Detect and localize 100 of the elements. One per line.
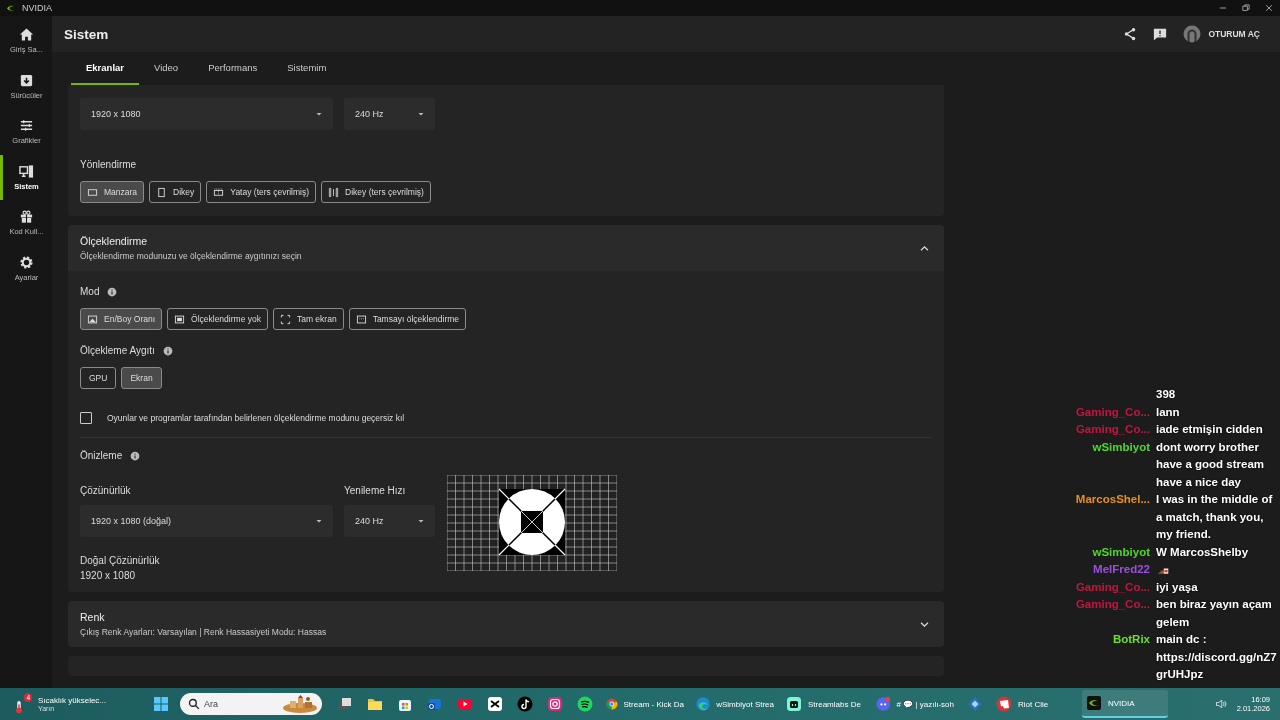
- browser-icon: [606, 696, 618, 712]
- play-icon: [457, 696, 473, 712]
- settings-icon: [19, 254, 34, 270]
- taskbar-button[interactable]: Stream - Kick Da: [602, 690, 688, 718]
- chat-username: Gaming_Co...: [1075, 423, 1150, 435]
- chat-username: wSimbiyot: [1092, 545, 1150, 558]
- chat-message: main dc : https://discord.gg/nZ7grUHJpz: [1156, 633, 1277, 680]
- monitor-icon: [19, 163, 34, 179]
- panel-header[interactable]: Renk Çıkış Renk Ayarları: Varsayılan | Renk Hassasiyeti Modu: Hassas: [68, 601, 944, 647]
- feedback-icon: [1153, 27, 1168, 41]
- panel-title: Ölçeklendirme: [80, 235, 149, 247]
- taskbar-button[interactable]: NVIDIA: [1082, 690, 1168, 718]
- dropdown[interactable]: 240 Hz: [344, 98, 435, 130]
- taskbar-button[interactable]: Streamlabs De: [782, 690, 868, 718]
- option-button[interactable]: Yatay (ters çevrilmiş): [206, 181, 317, 203]
- chat-username: Gaming_Co...: [1075, 580, 1150, 593]
- chat-username: MelFred22: [1093, 563, 1150, 575]
- app-icon: [487, 696, 503, 712]
- field-value: 1920 x 1080: [80, 570, 137, 581]
- chat-username: wSimbiyot: [1092, 440, 1150, 453]
- info-icon: [162, 345, 173, 356]
- share-icon: [1123, 27, 1138, 41]
- avatar-icon: [1183, 25, 1202, 43]
- window-title: NVIDIA: [22, 3, 53, 13]
- caret-icon: [315, 110, 323, 118]
- option-button[interactable]: Tam ekran: [272, 308, 344, 330]
- browser-icon: [696, 696, 711, 712]
- dropdown[interactable]: 1920 x 1080: [80, 98, 333, 130]
- caret-icon: [315, 517, 323, 525]
- chat-message: dont worry brother have a good stream have a nice day: [1156, 440, 1264, 488]
- screen-icon: [355, 313, 367, 325]
- camera-icon: [547, 696, 563, 712]
- checkbox-label: Oyunlar ve programlar tarafından belirlenen ölçeklendirme modunu geçersiz kıl: [107, 413, 405, 423]
- info-icon: [107, 286, 118, 297]
- option-button[interactable]: GPU: [80, 367, 117, 389]
- field-label: Doğal Çözünürlük: [80, 555, 161, 566]
- chat-message: W MarcosShelby: [1156, 545, 1249, 558]
- app-icon: [996, 696, 1012, 712]
- home-icon: [19, 27, 34, 43]
- section-label: Önizleme: [80, 450, 123, 461]
- fullscreen-icon: [279, 313, 291, 325]
- music-icon: [577, 696, 593, 712]
- chat-message: iyi yaşa: [1156, 580, 1198, 593]
- download-icon: [19, 72, 34, 88]
- landscape-icon: [87, 186, 98, 198]
- note-icon: [517, 696, 533, 712]
- portrait-icon: [156, 186, 168, 198]
- section-label: Yönlendirme: [80, 159, 138, 170]
- chat-message: iade etmişin cidden: [1156, 423, 1263, 435]
- taskbar-button[interactable]: # 💬 | yazılı-soh: [872, 690, 958, 718]
- dropdown[interactable]: 240 Hz: [344, 505, 435, 537]
- tab[interactable]: Sistemim: [272, 52, 342, 85]
- mail-icon: [427, 696, 443, 712]
- tab[interactable]: Video: [139, 52, 194, 85]
- caret-icon: [417, 110, 425, 118]
- option-button[interactable]: Dikey (ters çevrilmiş): [321, 181, 431, 203]
- option-button[interactable]: Ölçeklendirme yok: [167, 308, 268, 330]
- image-icon: [87, 313, 98, 325]
- chat-icon: [876, 696, 891, 712]
- chat-username: Gaming_Co...: [1075, 405, 1150, 418]
- option-button[interactable]: Dikey: [149, 181, 202, 203]
- speaker-icon: [1214, 698, 1227, 710]
- option-button[interactable]: Tamsayı ölçeklendirme: [348, 308, 467, 330]
- taskbar-button[interactable]: Riot Clie: [992, 690, 1078, 718]
- panel-subtitle: Ölçeklendirme modunuzu ve ölçeklendirme aygıtınızı seçin: [80, 251, 303, 261]
- dropdown[interactable]: 1920 x 1080 (doğal): [80, 505, 333, 537]
- field-label: Yenileme Hızı: [344, 485, 407, 496]
- window-stack-icon: [337, 696, 353, 712]
- checkbox[interactable]: [80, 412, 92, 424]
- chat-message: 398: [1156, 388, 1176, 400]
- screen-icon: [174, 313, 186, 325]
- chat-username: BotRix: [1112, 633, 1150, 645]
- share-button[interactable]: [1123, 27, 1138, 41]
- info-icon: [130, 450, 141, 461]
- taskbar-button[interactable]: wSimbiyot Strea: [692, 690, 778, 718]
- caret-icon: [417, 517, 425, 525]
- close-icon: [1263, 3, 1274, 13]
- restore-icon: [1240, 3, 1251, 13]
- chat-username: MarcosShel...: [1075, 493, 1150, 505]
- portrait-icon: [328, 186, 340, 198]
- app-icon: [786, 696, 802, 712]
- tab[interactable]: Performans: [193, 52, 273, 85]
- panel-subtitle: Çıkış Renk Ayarları: Varsayılan | Renk Hassasiyeti Modu: Hassas: [80, 627, 328, 637]
- chat-message: I was in the middle of a match, thank you, my friend.: [1156, 493, 1273, 540]
- sign-in-button[interactable]: OTURUM AÇ: [1183, 25, 1260, 43]
- panel-title: Renk: [80, 611, 106, 623]
- option-button[interactable]: En/Boy Oranı: [80, 308, 163, 330]
- page-title: Sistem: [64, 26, 110, 42]
- weather-text: Sıcaklık yükselec...: [38, 696, 107, 705]
- panel-header[interactable]: Ölçeklendirme Ölçeklendirme modunuzu ve ölçeklendirme aygıtınızı seçin: [68, 225, 944, 271]
- folder-icon: [367, 696, 383, 712]
- section-label: Ölçekleme Aygıtı: [80, 345, 155, 356]
- chat-message: lann: [1156, 405, 1180, 418]
- option-button[interactable]: Ekran: [121, 367, 162, 389]
- start-icon: [153, 696, 169, 712]
- gift-icon: [19, 209, 34, 225]
- feedback-button[interactable]: [1153, 27, 1168, 41]
- landscape-icon: [213, 186, 225, 198]
- option-button[interactable]: Manzara: [80, 181, 145, 203]
- chat-username: Gaming_Co...: [1075, 598, 1150, 610]
